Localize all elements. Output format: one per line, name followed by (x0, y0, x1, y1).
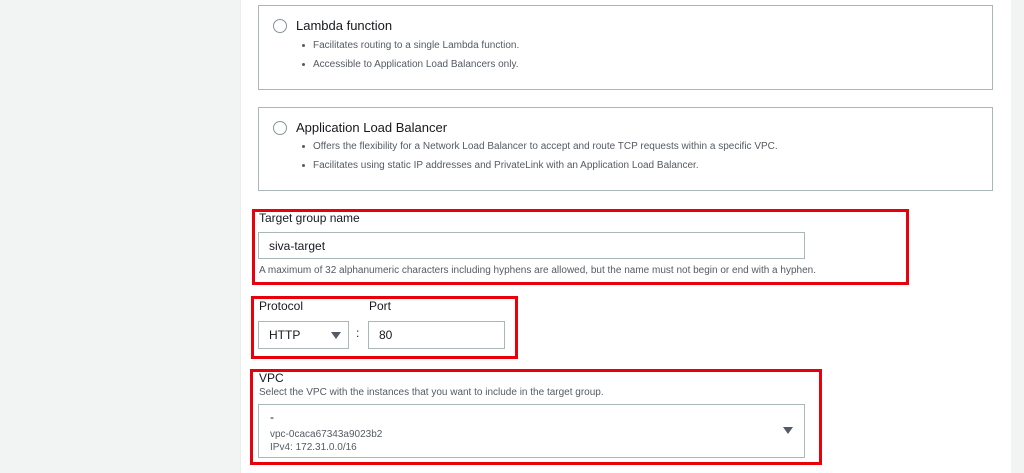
alb-bullet-1: Offers the flexibility for a Network Loa… (299, 137, 778, 156)
alb-title: Application Load Balancer (296, 120, 448, 135)
lambda-bullet-1: Facilitates routing to a single Lambda f… (299, 36, 519, 55)
highlight-vpc (250, 369, 822, 465)
alb-radio[interactable] (273, 120, 287, 135)
target-type-card-lambda[interactable]: Lambda function Facilitates routing to a… (258, 5, 993, 90)
highlight-target-group-name (252, 209, 909, 285)
lambda-bullets: Facilitates routing to a single Lambda f… (299, 36, 519, 74)
lambda-title: Lambda function (296, 18, 393, 33)
lambda-bullet-2: Accessible to Application Load Balancers… (299, 55, 519, 74)
alb-bullets: Offers the flexibility for a Network Loa… (299, 137, 778, 175)
alb-bullet-2: Facilitates using static IP addresses an… (299, 156, 778, 175)
target-type-card-alb[interactable]: Application Load Balancer Offers the fle… (258, 107, 993, 191)
highlight-protocol-port (251, 296, 518, 359)
lambda-radio[interactable] (273, 18, 287, 33)
